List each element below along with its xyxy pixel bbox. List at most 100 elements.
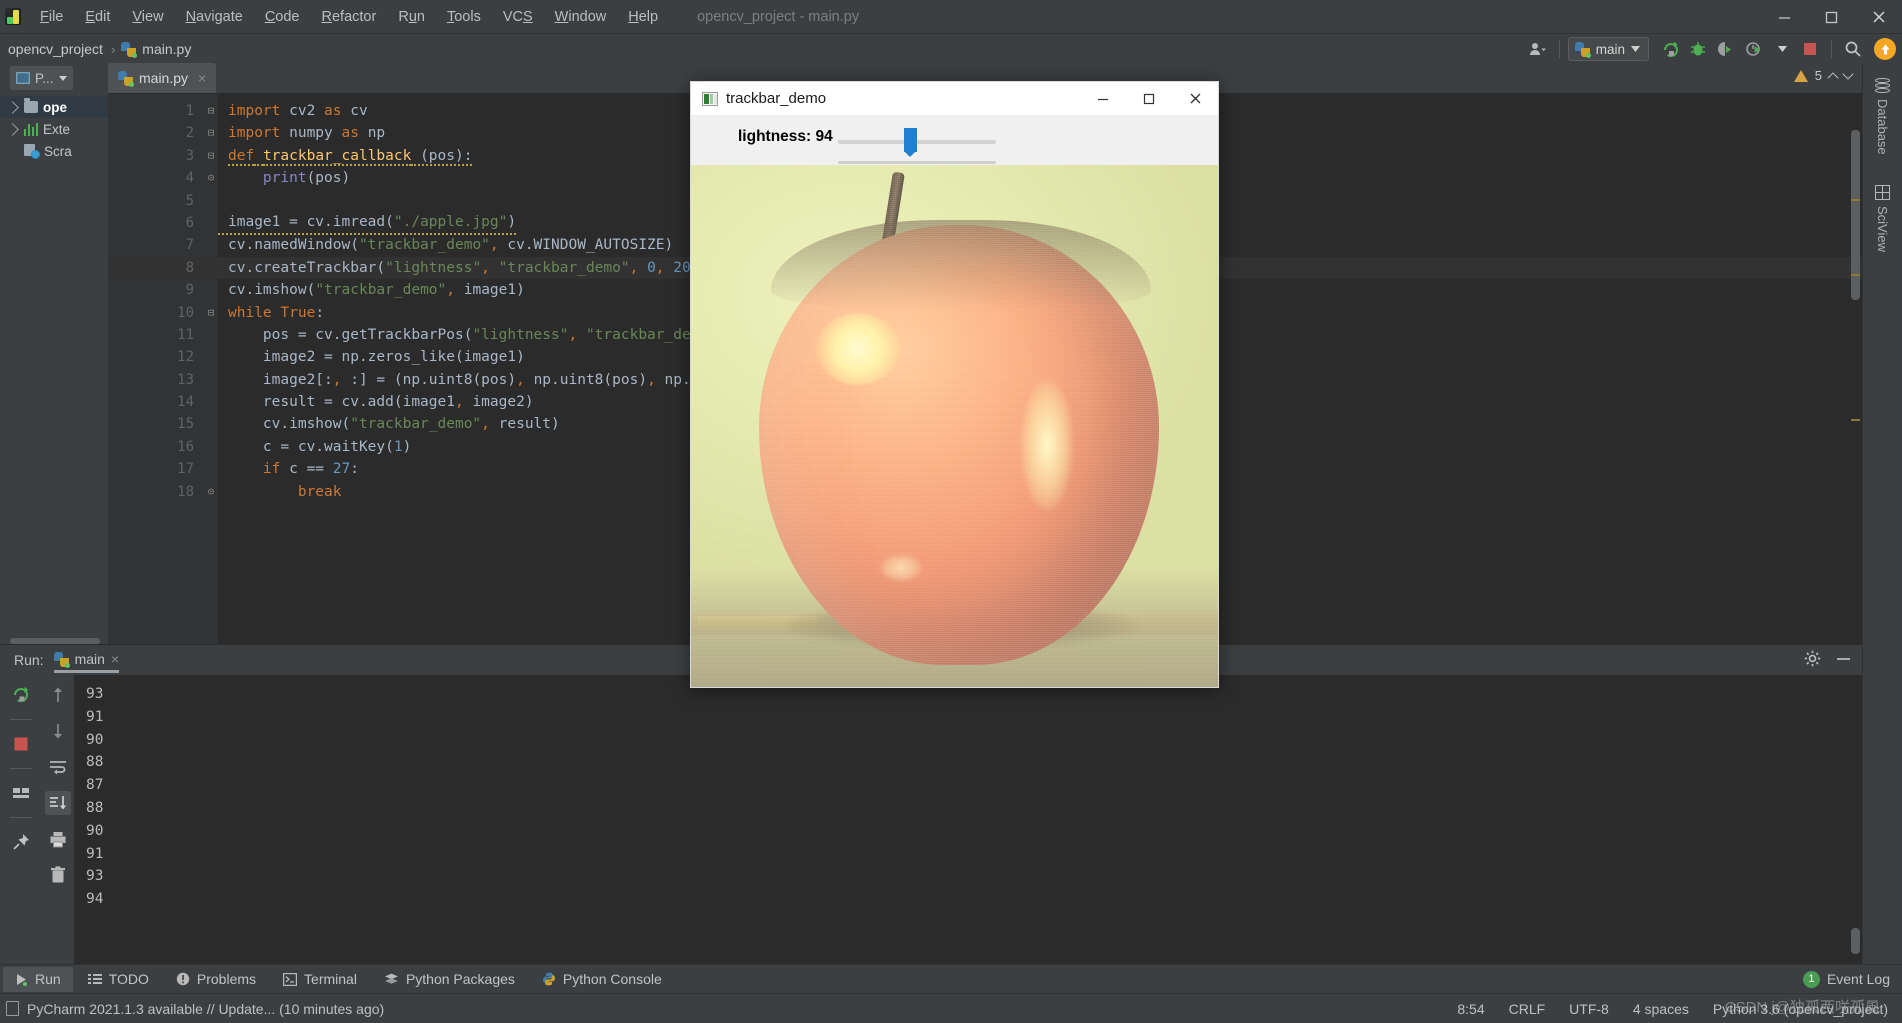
tree-item-project-root[interactable]: ope [0,96,108,118]
trackbar-demo-window[interactable]: trackbar_demo lightness: 94 [690,81,1219,688]
chevron-right-icon[interactable] [6,122,19,136]
demo-window-title-bar[interactable]: trackbar_demo [691,82,1218,115]
hide-icon[interactable] [1835,650,1852,670]
status-message[interactable]: PyCharm 2021.1.3 available // Update... … [27,1001,384,1017]
menu-item-file[interactable]: File [29,5,74,29]
run-icon [17,973,27,986]
chevron-up-icon[interactable] [1827,71,1839,84]
code-text: import numpy as np [228,125,386,142]
trackbar-control[interactable]: lightness: 94 [691,115,1218,165]
tree-item-external-libraries[interactable]: Exte [0,118,108,140]
search-icon[interactable] [1840,37,1866,61]
line-number: 8 [185,259,194,276]
close-icon[interactable] [1855,0,1902,34]
run-panel-header-actions [1804,645,1852,675]
stop-icon[interactable] [8,732,34,756]
rerun-icon[interactable] [1657,37,1683,61]
rerun-icon[interactable] [8,683,34,707]
menu-item-help[interactable]: Help [617,5,669,29]
chevron-down-icon[interactable] [1769,37,1795,61]
project-tab[interactable]: P... [10,66,73,90]
run-configuration-selector[interactable]: main [1567,37,1649,61]
tree-item-scratches[interactable]: Scra [0,140,108,162]
inspection-status: 5 [1793,67,1854,84]
layout-icon[interactable] [8,781,34,805]
chevron-right-icon[interactable] [6,100,19,114]
tool-tab-run[interactable]: Run [3,966,73,992]
menu-item-vcs[interactable]: VCS [492,5,544,29]
fold-marker-icon[interactable]: ⊟ [204,122,218,144]
fold-marker-icon[interactable]: ⊟ [204,100,218,122]
tool-tab-label: TODO [108,971,149,987]
tool-tab-todo[interactable]: TODO [76,967,161,992]
demo-window-title: trackbar_demo [726,90,827,107]
fold-marker-icon[interactable]: ⊟ [204,302,218,324]
menu-item-tools[interactable]: Tools [436,5,492,29]
trackbar-track[interactable] [838,140,996,144]
menu-item-view[interactable]: View [121,5,174,29]
python-console-icon [543,972,555,986]
update-icon[interactable] [1874,38,1896,60]
tool-tab-label: Python Console [562,971,662,987]
console-line: 87 [86,777,104,794]
menu-item-code[interactable]: Code [254,5,311,29]
scroll-up-icon[interactable] [45,683,71,707]
right-tab-sciview[interactable]: SciView [1873,181,1892,256]
problems-icon [176,972,190,986]
tool-tab-label: Run [35,971,61,987]
close-icon[interactable] [1172,82,1218,115]
minimize-icon[interactable] [1761,0,1808,34]
scroll-to-end-icon[interactable] [45,791,71,815]
python-interpreter[interactable]: Python 3.6 (opencv_project) [1713,1001,1888,1017]
close-icon[interactable]: × [198,70,206,86]
right-tab-database[interactable]: Database [1873,74,1892,159]
run-console-output[interactable]: 93 91 90 88 87 88 90 91 93 94 [74,675,1862,964]
fold-marker-icon[interactable]: ⊟ [204,145,218,167]
minimize-icon[interactable] [1080,82,1126,115]
project-tree: ope Exte Scra [0,92,108,162]
indent-setting[interactable]: 4 spaces [1633,1001,1689,1017]
settings-gear-icon[interactable] [1804,650,1821,670]
account-icon[interactable] [1525,37,1551,61]
fold-marker-icon[interactable]: ⊝ [204,481,218,503]
fold-marker-icon[interactable]: ⊝ [204,167,218,189]
tool-tab-python-console[interactable]: Python Console [530,967,674,992]
python-file-icon [53,651,70,668]
breadcrumb-file[interactable]: main.py [140,41,193,57]
close-icon[interactable]: × [111,651,119,667]
line-number: 17 [177,461,194,478]
debug-icon[interactable] [1685,37,1711,61]
coverage-icon[interactable] [1713,37,1739,61]
tool-tab-problems[interactable]: Problems [164,967,268,992]
run-tab-main[interactable]: main × [53,651,120,673]
tool-tab-python-packages[interactable]: Python Packages [372,967,527,992]
profile-icon[interactable] [1741,37,1767,61]
chevron-down-icon[interactable] [1842,67,1854,80]
pin-icon[interactable] [8,830,34,854]
menu-item-refactor[interactable]: Refactor [311,5,388,29]
scroll-down-icon[interactable] [45,719,71,743]
stop-icon[interactable] [1797,37,1823,61]
event-log-entry[interactable]: 1 Event Log [1802,970,1890,988]
demo-window-controls [1080,82,1218,115]
notification-icon[interactable] [6,1001,19,1016]
file-encoding[interactable]: UTF-8 [1569,1001,1609,1017]
line-number: 4 [185,170,194,187]
menu-item-window[interactable]: Window [544,5,618,29]
maximize-icon[interactable] [1126,82,1172,115]
menu-label-file: ile [48,8,64,25]
maximize-icon[interactable] [1808,0,1855,34]
trash-icon[interactable] [45,863,71,887]
line-separator[interactable]: CRLF [1509,1001,1546,1017]
menu-item-edit[interactable]: Edit [74,5,121,29]
print-icon[interactable] [45,827,71,851]
tool-tab-terminal[interactable]: Terminal [271,967,369,992]
breadcrumb-project[interactable]: opencv_project [6,41,105,57]
console-scrollbar[interactable] [1851,928,1860,954]
trackbar-handle[interactable] [904,128,917,157]
editor-tab-main-py[interactable]: main.py × [108,63,217,93]
caret-position[interactable]: 8:54 [1457,1001,1484,1017]
soft-wrap-icon[interactable] [45,755,71,779]
menu-item-navigate[interactable]: Navigate [175,5,254,29]
menu-item-run[interactable]: Run [387,5,436,29]
